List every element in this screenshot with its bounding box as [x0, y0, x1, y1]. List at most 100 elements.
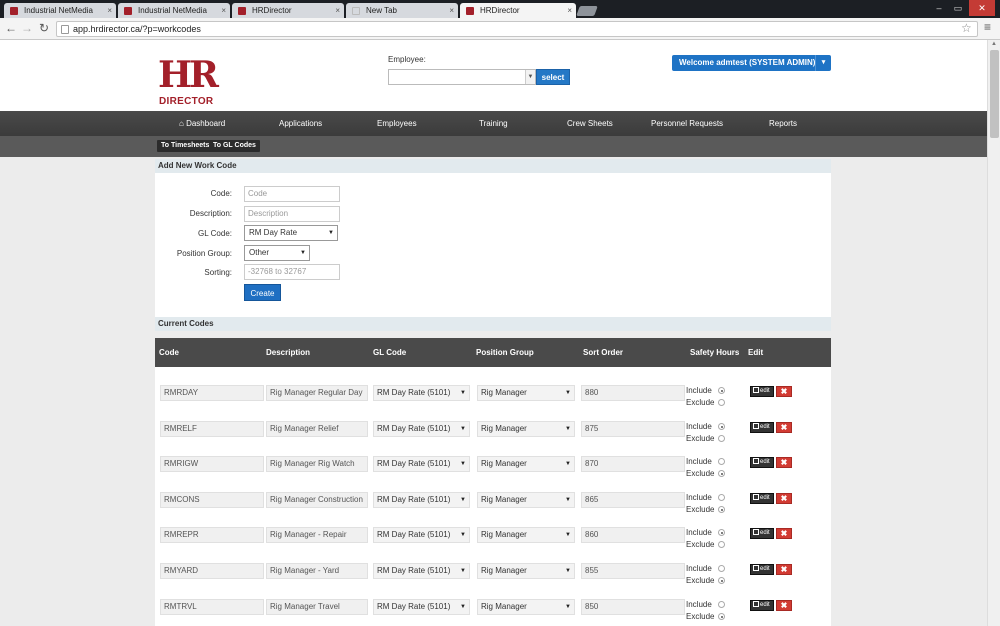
position-group-select[interactable]: Rig Manager ▼ [477, 385, 575, 401]
employee-select-button[interactable]: select [536, 69, 570, 85]
include-radio[interactable] [718, 601, 725, 608]
browser-tab[interactable]: HRDirector × [232, 3, 344, 18]
delete-button[interactable]: ✖ [776, 528, 792, 539]
maximize-icon[interactable]: ▭ [949, 0, 967, 16]
sort-order-field[interactable]: 880 [581, 385, 685, 401]
description-field[interactable]: Rig Manager Relief [266, 421, 368, 437]
sort-order-field[interactable]: 855 [581, 563, 685, 579]
position-group-select[interactable]: Rig Manager ▼ [477, 456, 575, 472]
code-field[interactable]: RMRELF [160, 421, 264, 437]
sort-order-field[interactable]: 875 [581, 421, 685, 437]
description-field[interactable]: Rig Manager Travel [266, 599, 368, 615]
sort-order-field[interactable]: 860 [581, 527, 685, 543]
position-group-select[interactable]: Rig Manager ▼ [477, 527, 575, 543]
gl-code-select[interactable]: RM Day Rate (5101) ▼ [373, 563, 470, 579]
to-timesheets-button[interactable]: To Timesheets [157, 140, 214, 152]
sort-order-field[interactable]: 865 [581, 492, 685, 508]
include-radio[interactable] [718, 494, 725, 501]
minimize-icon[interactable]: – [930, 0, 948, 16]
sorting-input[interactable]: -32768 to 32767 [244, 264, 340, 280]
close-tab-icon[interactable]: × [335, 3, 340, 18]
exclude-radio[interactable] [718, 506, 725, 513]
delete-button[interactable]: ✖ [776, 493, 792, 504]
nav-employees[interactable]: Employees [377, 111, 417, 136]
exclude-radio[interactable] [718, 435, 725, 442]
close-tab-icon[interactable]: × [449, 3, 454, 18]
browser-menu-icon[interactable]: ≡ [984, 20, 991, 34]
include-radio[interactable] [718, 565, 725, 572]
code-field[interactable]: RMCONS [160, 492, 264, 508]
nav-personnel-requests[interactable]: Personnel Requests [651, 111, 723, 136]
hrdirector-logo[interactable]: HR DIRECTOR [158, 56, 220, 108]
edit-button[interactable]: edit [750, 457, 774, 468]
delete-button[interactable]: ✖ [776, 600, 792, 611]
include-radio[interactable] [718, 387, 725, 394]
code-input[interactable]: Code [244, 186, 340, 202]
nav-crew-sheets[interactable]: Crew Sheets [567, 111, 613, 136]
gl-code-select[interactable]: RM Day Rate (5101) ▼ [373, 492, 470, 508]
back-icon[interactable]: ← [4, 21, 18, 35]
edit-button[interactable]: edit [750, 422, 774, 433]
gl-code-select[interactable]: RM Day Rate (5101) ▼ [373, 456, 470, 472]
code-field[interactable]: RMYARD [160, 563, 264, 579]
delete-button[interactable]: ✖ [776, 564, 792, 575]
include-radio[interactable] [718, 423, 725, 430]
description-field[interactable]: Rig Manager Rig Watch [266, 456, 368, 472]
scrollbar-thumb[interactable] [990, 50, 999, 138]
close-tab-icon[interactable]: × [221, 3, 226, 18]
position-group-select[interactable]: Rig Manager ▼ [477, 599, 575, 615]
gl-code-select[interactable]: RM Day Rate (5101) ▼ [373, 527, 470, 543]
user-menu-button[interactable]: Welcome admtest (SYSTEM ADMIN) ▾ [672, 55, 831, 71]
include-radio[interactable] [718, 458, 725, 465]
browser-tab[interactable]: New Tab × [346, 3, 458, 18]
code-field[interactable]: RMTRVL [160, 599, 264, 615]
description-field[interactable]: Rig Manager - Repair [266, 527, 368, 543]
nav-dashboard[interactable]: ⌂ Dashboard [179, 111, 225, 136]
address-bar[interactable]: app.hrdirector.ca/?p=workcodes [56, 21, 978, 37]
exclude-radio[interactable] [718, 399, 725, 406]
exclude-radio[interactable] [718, 541, 725, 548]
delete-button[interactable]: ✖ [776, 422, 792, 433]
include-radio[interactable] [718, 529, 725, 536]
edit-button[interactable]: edit [750, 528, 774, 539]
gl-code-select[interactable]: RM Day Rate (5101) ▼ [373, 385, 470, 401]
position-group-select[interactable]: Rig Manager ▼ [477, 563, 575, 579]
employee-select[interactable]: ▼ [388, 69, 536, 85]
close-window-icon[interactable]: ✕ [969, 0, 995, 16]
scroll-up-icon[interactable]: ▲ [991, 41, 997, 47]
close-tab-icon[interactable]: × [107, 3, 112, 18]
edit-button[interactable]: edit [750, 600, 774, 611]
create-button[interactable]: Create [244, 284, 281, 301]
browser-tab[interactable]: Industrial NetMedia × [4, 3, 116, 18]
browser-tab[interactable]: Industrial NetMedia × [118, 3, 230, 18]
to-gl-codes-button[interactable]: To GL Codes [209, 140, 260, 152]
new-tab-button[interactable] [576, 6, 598, 16]
edit-button[interactable]: edit [750, 564, 774, 575]
nav-reports[interactable]: Reports [769, 111, 797, 136]
code-field[interactable]: RMREPR [160, 527, 264, 543]
delete-button[interactable]: ✖ [776, 386, 792, 397]
description-field[interactable]: Rig Manager Regular Day [266, 385, 368, 401]
reload-icon[interactable]: ↻ [37, 21, 51, 35]
nav-training[interactable]: Training [479, 111, 508, 136]
bookmark-star-icon[interactable]: ☆ [961, 21, 972, 35]
sort-order-field[interactable]: 850 [581, 599, 685, 615]
nav-applications[interactable]: Applications [279, 111, 322, 136]
description-field[interactable]: Rig Manager Construction [266, 492, 368, 508]
browser-tab-active[interactable]: HRDirector × [460, 3, 576, 18]
exclude-radio[interactable] [718, 470, 725, 477]
code-field[interactable]: RMRDAY [160, 385, 264, 401]
page-scrollbar[interactable]: ▲ [987, 40, 1000, 626]
gl-code-select[interactable]: RM Day Rate (5101) ▼ [373, 599, 470, 615]
gl-code-select[interactable]: RM Day Rate (5101) ▼ [373, 421, 470, 437]
position-group-select[interactable]: Rig Manager ▼ [477, 492, 575, 508]
position-group-select[interactable]: Rig Manager ▼ [477, 421, 575, 437]
forward-icon[interactable]: → [20, 21, 34, 35]
code-field[interactable]: RMRIGW [160, 456, 264, 472]
exclude-radio[interactable] [718, 613, 725, 620]
exclude-radio[interactable] [718, 577, 725, 584]
close-tab-icon[interactable]: × [567, 3, 572, 18]
chevron-down-icon[interactable]: ▾ [815, 55, 831, 71]
gl-code-select[interactable]: RM Day Rate ▼ [244, 225, 338, 241]
delete-button[interactable]: ✖ [776, 457, 792, 468]
